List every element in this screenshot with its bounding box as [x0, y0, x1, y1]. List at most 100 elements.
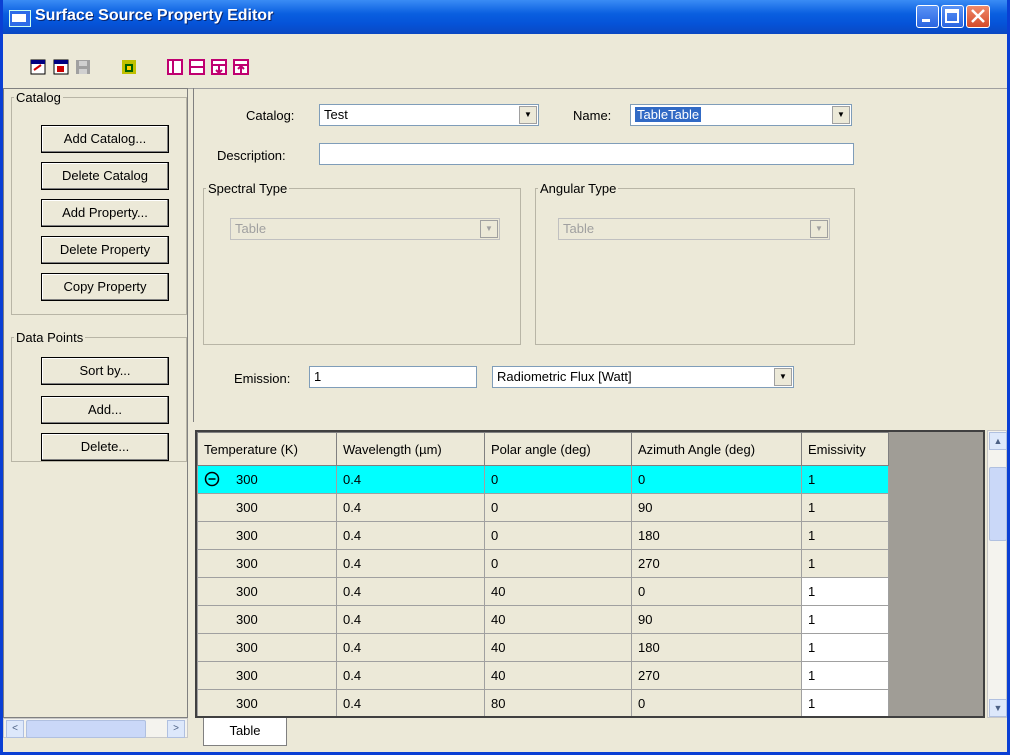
table-row[interactable]: 300 0.4 40 90 1	[197, 605, 889, 634]
cell-temperature[interactable]: 300	[197, 633, 337, 662]
open-icon[interactable]	[30, 59, 46, 75]
cell-polar-angle[interactable]: 40	[484, 633, 632, 662]
cell-temperature[interactable]: 300	[197, 521, 337, 550]
cell-polar-angle[interactable]: 80	[484, 689, 632, 716]
minimize-button[interactable]	[916, 5, 939, 28]
scroll-right-icon[interactable]: >	[167, 720, 185, 738]
cell-wavelength[interactable]: 0.4	[336, 689, 485, 716]
cell-wavelength[interactable]: 0.4	[336, 521, 485, 550]
cell-emissivity[interactable]: 1	[801, 633, 889, 662]
insert-column-icon[interactable]	[167, 59, 183, 75]
add-point-button[interactable]: Add...	[41, 396, 169, 424]
cell-polar-angle[interactable]: 0	[484, 521, 632, 550]
table-row[interactable]: 300 0.4 0 270 1	[197, 549, 889, 578]
table-row[interactable]: 300 0.4 0 0 1	[197, 465, 889, 494]
add-catalog-button[interactable]: Add Catalog...	[41, 125, 169, 153]
emission-unit-value: Radiometric Flux [Watt]	[497, 369, 632, 384]
move-row-down-icon[interactable]	[211, 59, 227, 75]
emission-unit-select[interactable]: Radiometric Flux [Watt] ▼	[492, 366, 794, 388]
save-all-icon[interactable]	[53, 59, 69, 75]
chevron-down-icon[interactable]: ▼	[519, 106, 537, 124]
row-collapse-icon[interactable]	[204, 471, 220, 487]
cell-temperature[interactable]: 300	[197, 465, 337, 494]
cell-wavelength[interactable]: 0.4	[336, 493, 485, 522]
horizontal-scroll-thumb[interactable]	[26, 720, 146, 738]
cell-temperature[interactable]: 300	[197, 605, 337, 634]
cell-azimuth-angle[interactable]: 270	[631, 549, 802, 578]
cell-azimuth-angle[interactable]: 0	[631, 689, 802, 716]
column-polar-angle[interactable]: Polar angle (deg)	[484, 432, 632, 466]
cell-polar-angle[interactable]: 40	[484, 577, 632, 606]
catalog-select[interactable]: Test ▼	[319, 104, 539, 126]
cell-wavelength[interactable]: 0.4	[336, 577, 485, 606]
sort-by-button[interactable]: Sort by...	[41, 357, 169, 385]
cell-azimuth-angle[interactable]: 0	[631, 577, 802, 606]
data-points-legend: Data Points	[16, 330, 84, 345]
cell-polar-angle[interactable]: 0	[484, 493, 632, 522]
cell-azimuth-angle[interactable]: 270	[631, 661, 802, 690]
cell-emissivity[interactable]: 1	[801, 577, 889, 606]
description-input[interactable]	[319, 143, 854, 165]
cell-wavelength[interactable]: 0.4	[336, 465, 485, 494]
table-row[interactable]: 300 0.4 40 180 1	[197, 633, 889, 662]
cell-azimuth-angle[interactable]: 90	[631, 605, 802, 634]
chevron-down-icon[interactable]: ▼	[832, 106, 850, 124]
cell-emissivity[interactable]: 1	[801, 465, 889, 494]
minimize-icon	[922, 19, 930, 22]
cell-polar-angle[interactable]: 0	[484, 549, 632, 578]
cell-emissivity[interactable]: 1	[801, 549, 889, 578]
column-azimuth-angle[interactable]: Azimuth Angle (deg)	[631, 432, 802, 466]
save-icon[interactable]	[75, 59, 91, 75]
cell-azimuth-angle[interactable]: 0	[631, 465, 802, 494]
scroll-up-icon[interactable]: ▲	[989, 432, 1007, 450]
table-row[interactable]: 300 0.4 0 90 1	[197, 493, 889, 522]
cell-polar-angle[interactable]: 40	[484, 605, 632, 634]
tab-table[interactable]: Table	[203, 718, 287, 746]
cell-temperature[interactable]: 300	[197, 689, 337, 716]
cell-temperature[interactable]: 300	[197, 549, 337, 578]
cell-emissivity[interactable]: 1	[801, 493, 889, 522]
maximize-button[interactable]	[941, 5, 964, 28]
title-bar[interactable]: Surface Source Property Editor	[3, 0, 1007, 34]
cell-temperature[interactable]: 300	[197, 577, 337, 606]
column-emissivity[interactable]: Emissivity	[801, 432, 889, 466]
table-row[interactable]: 300 0.4 40 270 1	[197, 661, 889, 690]
cell-azimuth-angle[interactable]: 90	[631, 493, 802, 522]
delete-catalog-button[interactable]: Delete Catalog	[41, 162, 169, 190]
cell-temperature[interactable]: 300	[197, 661, 337, 690]
table-vertical-scrollbar[interactable]: ▲ ▼	[987, 430, 1007, 718]
scroll-down-icon[interactable]: ▼	[989, 699, 1007, 717]
table-row[interactable]: 300 0.4 80 0 1	[197, 689, 889, 716]
catalog-icon[interactable]	[121, 59, 137, 75]
scroll-left-icon[interactable]: <	[6, 720, 24, 738]
vertical-scroll-thumb[interactable]	[989, 467, 1007, 541]
insert-row-icon[interactable]	[189, 59, 205, 75]
column-temperature[interactable]: Temperature (K)	[197, 432, 337, 466]
cell-wavelength[interactable]: 0.4	[336, 661, 485, 690]
table-row[interactable]: 300 0.4 40 0 1	[197, 577, 889, 606]
add-property-button[interactable]: Add Property...	[41, 199, 169, 227]
copy-property-button[interactable]: Copy Property	[41, 273, 169, 301]
cell-wavelength[interactable]: 0.4	[336, 549, 485, 578]
cell-azimuth-angle[interactable]: 180	[631, 633, 802, 662]
cell-emissivity[interactable]: 1	[801, 605, 889, 634]
cell-emissivity[interactable]: 1	[801, 661, 889, 690]
close-button[interactable]	[966, 5, 990, 28]
column-wavelength[interactable]: Wavelength (µm)	[336, 432, 485, 466]
cell-polar-angle[interactable]: 0	[484, 465, 632, 494]
emission-input[interactable]: 1	[309, 366, 477, 388]
cell-wavelength[interactable]: 0.4	[336, 605, 485, 634]
cell-emissivity[interactable]: 1	[801, 521, 889, 550]
cell-temperature[interactable]: 300	[197, 493, 337, 522]
cell-azimuth-angle[interactable]: 180	[631, 521, 802, 550]
table-row[interactable]: 300 0.4 0 180 1	[197, 521, 889, 550]
name-select[interactable]: TableTable ▼	[630, 104, 852, 126]
delete-property-button[interactable]: Delete Property	[41, 236, 169, 264]
left-horizontal-scrollbar[interactable]: < >	[3, 718, 188, 738]
move-row-up-icon[interactable]	[233, 59, 249, 75]
cell-wavelength[interactable]: 0.4	[336, 633, 485, 662]
chevron-down-icon[interactable]: ▼	[774, 368, 792, 386]
cell-emissivity[interactable]: 1	[801, 689, 889, 716]
delete-point-button[interactable]: Delete...	[41, 433, 169, 461]
cell-polar-angle[interactable]: 40	[484, 661, 632, 690]
